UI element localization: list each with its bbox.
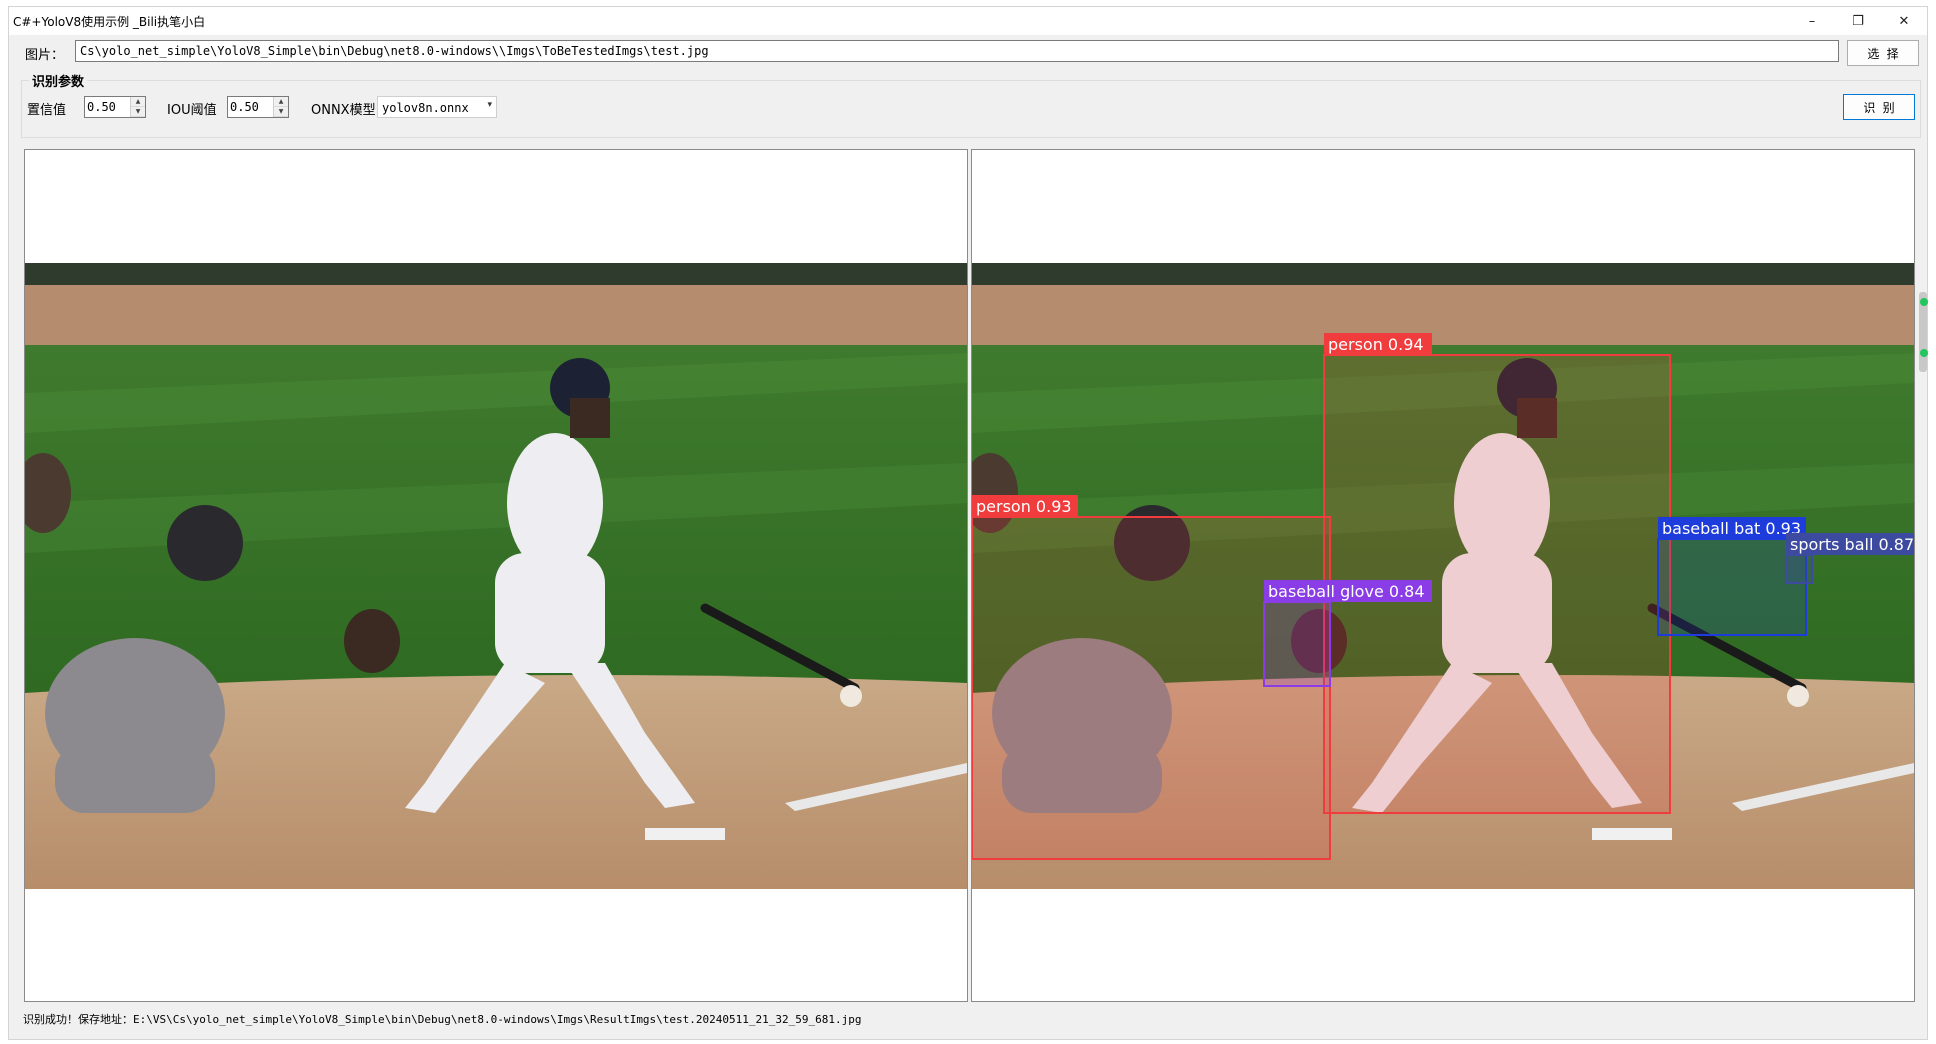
detection-label-baseball-bat: baseball bat 0.93 [1662, 519, 1801, 538]
iou-label: IOU阈值 [167, 103, 217, 118]
result-image-panel: person 0.94 person 0.93 baseball glove 0… [971, 149, 1915, 1002]
status-message: 识别成功！保存地址：E:\VS\Cs\yolo_net_simple\YoloV… [23, 1013, 862, 1026]
detection-label-person-batter: person 0.94 [1328, 335, 1424, 354]
confidence-stepper[interactable]: 0.50 ▲ ▼ [84, 96, 146, 118]
source-photo [25, 263, 967, 889]
title-bar: C#+YoloV8使用示例 _Bili执笔小白 – ❐ ✕ [9, 7, 1927, 35]
status-dot-bottom [1920, 349, 1928, 357]
arrow-down-icon[interactable]: ▼ [131, 107, 145, 117]
confidence-value: 0.50 [87, 100, 116, 114]
restore-button[interactable]: ❐ [1835, 7, 1881, 35]
detection-label-person-catcher: person 0.93 [976, 497, 1072, 516]
source-image-panel [24, 149, 968, 1002]
chevron-down-icon: ▾ [487, 100, 492, 110]
image-path-input[interactable]: Cs\yolo_net_simple\YoloV8_Simple\bin\Deb… [75, 40, 1839, 62]
minimize-button[interactable]: – [1789, 7, 1835, 35]
arrow-up-icon[interactable]: ▲ [274, 97, 288, 107]
detection-label-baseball-glove: baseball glove 0.84 [1268, 582, 1425, 601]
close-icon: ✕ [1898, 13, 1910, 29]
window-title: C#+YoloV8使用示例 _Bili执笔小白 [13, 15, 206, 29]
close-button[interactable]: ✕ [1881, 7, 1927, 35]
model-select[interactable]: yolov8n.onnx ▾ [377, 96, 497, 118]
detect-button-label: 识 别 [1863, 100, 1895, 115]
select-button-label: 选 择 [1867, 46, 1899, 61]
iou-value: 0.50 [230, 100, 259, 114]
arrow-up-icon[interactable]: ▲ [131, 97, 145, 107]
iou-stepper[interactable]: 0.50 ▲ ▼ [227, 96, 289, 118]
detection-person-batter: person 0.94 [1323, 333, 1671, 814]
status-dot-top [1920, 298, 1928, 306]
detection-baseball-bat: baseball bat 0.93 [1657, 517, 1807, 636]
arrow-down-icon[interactable]: ▼ [274, 107, 288, 117]
detect-button[interactable]: 识 别 [1843, 94, 1915, 120]
detection-label-sports-ball: sports ball 0.87 [1790, 535, 1914, 554]
minimize-icon: – [1808, 13, 1816, 29]
model-label: ONNX模型 [311, 103, 376, 118]
app-window: C#+YoloV8使用示例 _Bili执笔小白 – ❐ ✕ 图片： Cs\yol… [8, 6, 1928, 1040]
params-group-title: 识别参数 [29, 71, 88, 90]
image-path-label: 图片： [25, 48, 65, 63]
confidence-label: 置信值 [27, 103, 67, 118]
restore-icon: ❐ [1852, 13, 1864, 29]
model-value: yolov8n.onnx [382, 101, 469, 115]
params-groupbox [21, 80, 1921, 138]
result-photo: person 0.94 person 0.93 baseball glove 0… [972, 263, 1914, 889]
select-image-button[interactable]: 选 择 [1847, 40, 1919, 66]
